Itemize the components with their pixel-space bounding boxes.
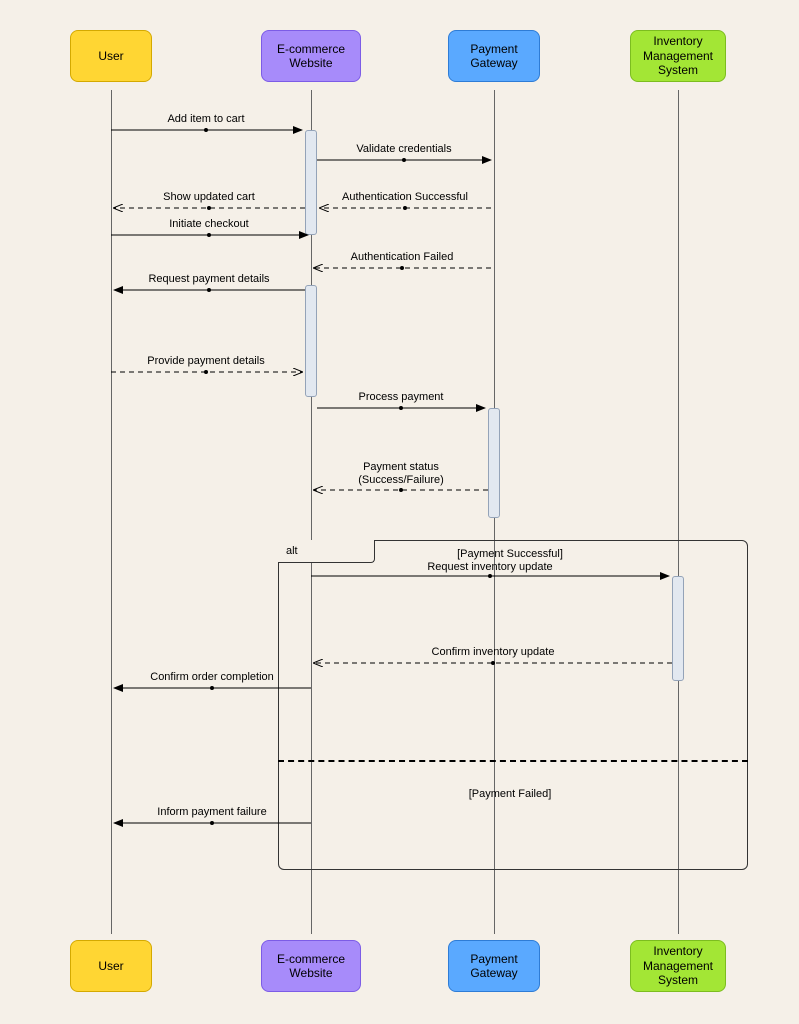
msg-auth-fail: Authentication Failed [351, 251, 454, 263]
actor-inventory-bottom: Inventory Management System [630, 940, 726, 992]
actor-website-bottom: E-commerce Website [261, 940, 361, 992]
activation-gateway [488, 408, 500, 518]
actor-label: Inventory Management System [635, 34, 721, 77]
actor-inventory-top: Inventory Management System [630, 30, 726, 82]
actor-user-top: User [70, 30, 152, 82]
msg-status-b: (Success/Failure) [358, 474, 444, 486]
actor-label: E-commerce Website [266, 42, 356, 71]
msg-req-payment: Request payment details [148, 273, 270, 285]
actor-website-top: E-commerce Website [261, 30, 361, 82]
actor-gateway-top: Payment Gateway [448, 30, 540, 82]
actor-label: Payment Gateway [453, 952, 535, 981]
msg-status-a: Payment status [363, 461, 439, 473]
actor-label: User [98, 959, 123, 973]
lifeline-user [111, 90, 112, 934]
msg-process: Process payment [359, 391, 444, 403]
alt-fragment [278, 540, 748, 870]
activation-website-2 [305, 285, 317, 397]
alt-divider [278, 760, 748, 762]
msg-provide-payment: Provide payment details [147, 355, 265, 367]
alt-label: alt [278, 540, 375, 563]
actor-label: E-commerce Website [266, 952, 356, 981]
actor-gateway-bottom: Payment Gateway [448, 940, 540, 992]
sequence-diagram: User E-commerce Website Payment Gateway … [0, 0, 799, 1024]
msg-add-item: Add item to cart [167, 113, 244, 125]
msg-validate: Validate credentials [356, 143, 452, 155]
actor-user-bottom: User [70, 940, 152, 992]
msg-auth-success: Authentication Successful [342, 191, 468, 203]
msg-show-cart: Show updated cart [163, 191, 255, 203]
msg-checkout: Initiate checkout [169, 218, 249, 230]
actor-label: User [98, 49, 123, 63]
msg-inform-fail: Inform payment failure [157, 806, 266, 818]
arrows-layer: Add item to cart Validate credentials Us… [0, 0, 799, 1024]
actor-label: Inventory Management System [635, 944, 721, 987]
actor-label: Payment Gateway [453, 42, 535, 71]
msg-conf-order: Confirm order completion [150, 671, 274, 683]
activation-website-1 [305, 130, 317, 235]
